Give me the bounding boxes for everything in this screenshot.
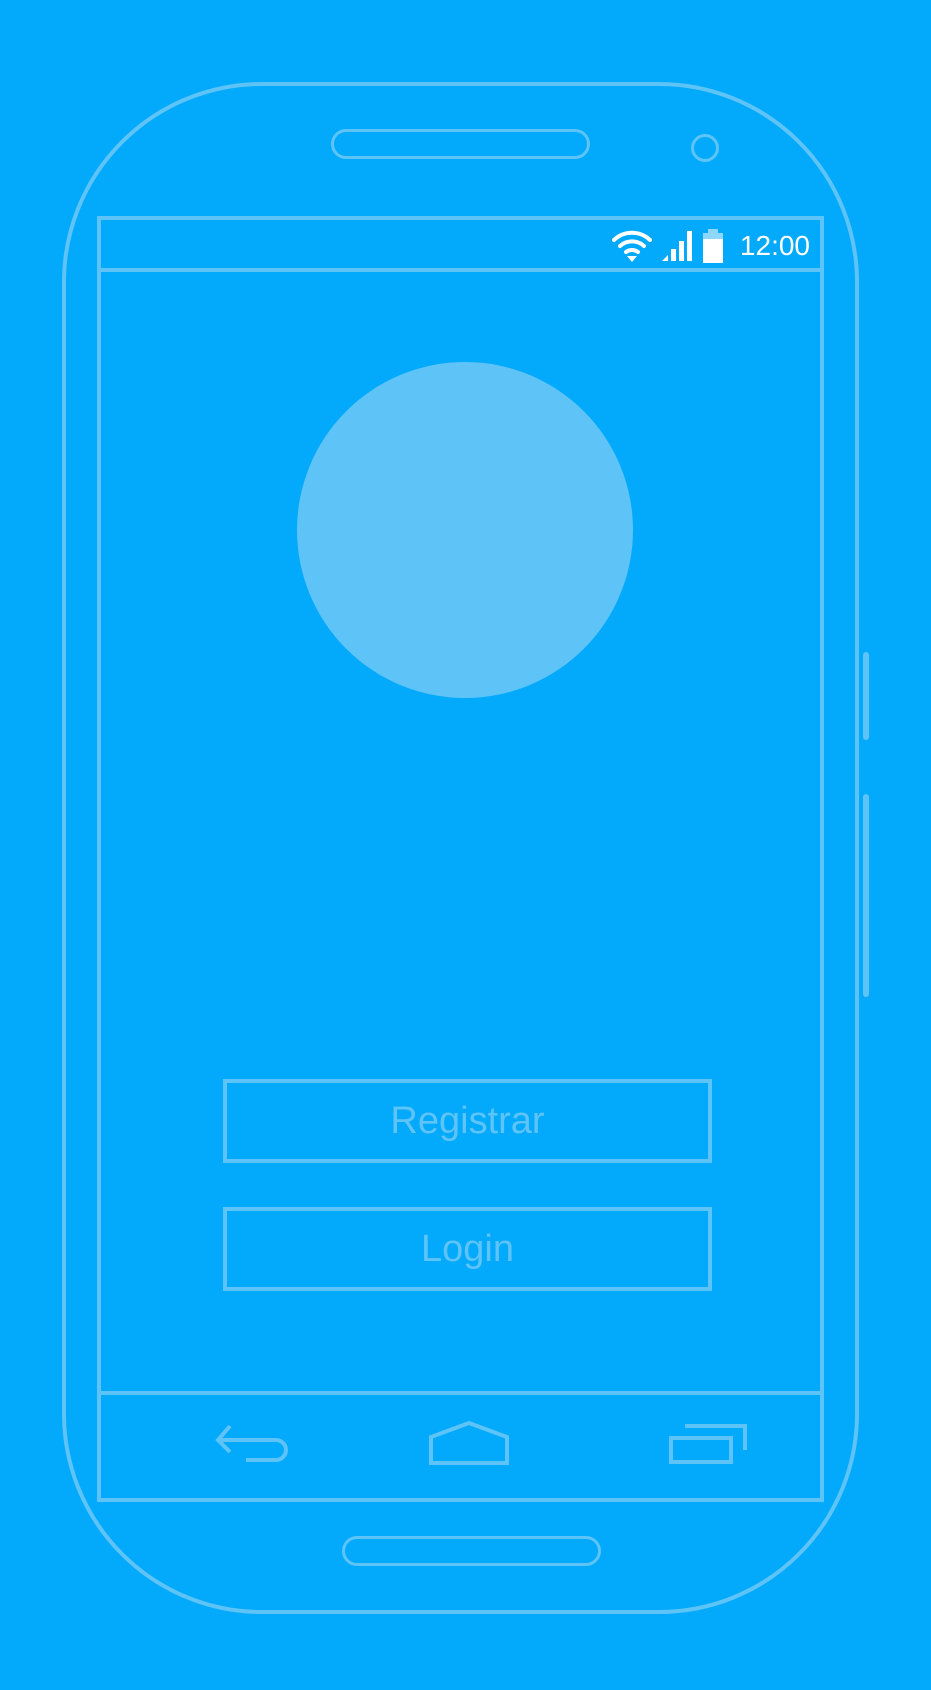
phone-screen: 12:00 Registrar Login — [97, 216, 824, 1502]
volume-down-button[interactable] — [863, 794, 869, 997]
earpiece-speaker — [331, 129, 590, 159]
bottom-speaker — [342, 1536, 601, 1566]
recent-apps-icon — [669, 1424, 747, 1464]
back-button[interactable] — [207, 1419, 297, 1469]
front-camera — [691, 134, 719, 162]
canvas: 12:00 Registrar Login — [0, 0, 931, 1690]
status-time: 12:00 — [739, 230, 810, 261]
back-icon — [215, 1424, 288, 1462]
login-button[interactable]: Login — [223, 1207, 712, 1291]
status-bar: 12:00 — [101, 220, 820, 272]
status-icons: 12:00 — [611, 228, 810, 264]
wifi-icon — [611, 230, 652, 262]
volume-up-button[interactable] — [863, 652, 869, 740]
register-button[interactable]: Registrar — [223, 1079, 712, 1163]
signal-icon — [661, 231, 692, 261]
navigation-bar — [101, 1391, 820, 1498]
home-icon — [429, 1421, 509, 1465]
recent-apps-button[interactable] — [663, 1419, 753, 1469]
home-button[interactable] — [424, 1419, 514, 1469]
battery-icon — [702, 229, 723, 263]
logo-placeholder — [297, 362, 633, 698]
